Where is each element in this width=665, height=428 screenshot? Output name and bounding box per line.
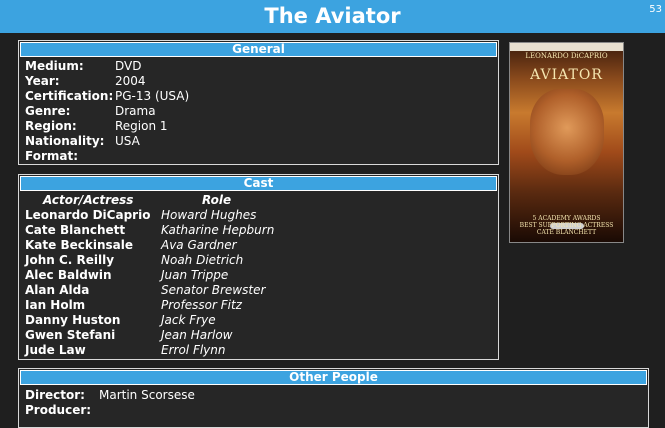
- actor-name: Alan Alda: [25, 283, 90, 297]
- actor-name: Jude Law: [25, 343, 86, 357]
- cast-row: Gwen Stefani Jean Harlow: [19, 328, 498, 343]
- cover-title: AVIATOR: [530, 67, 603, 83]
- role-name: Juan Trippe: [161, 268, 229, 282]
- field-label: Format:: [25, 149, 79, 163]
- cover-awards-line: CATE BLANCHETT: [536, 229, 597, 236]
- field-value: Martin Scorsese: [99, 388, 195, 402]
- actor-name: Ian Holm: [25, 298, 86, 312]
- role-name: Katharine Hepburn: [161, 223, 275, 237]
- role-name: Ava Gardner: [161, 238, 237, 252]
- field-row-producer: Producer:: [19, 403, 648, 418]
- role-name: Jack Frye: [161, 313, 216, 327]
- field-value: Drama: [115, 104, 156, 118]
- field-value: 2004: [115, 74, 146, 88]
- cast-row: Alec Baldwin Juan Trippe: [19, 268, 498, 283]
- field-label: Director:: [25, 388, 85, 402]
- cover-edition-band: [510, 43, 623, 51]
- cover-awards-line: BEST SUPPORTING ACTRESS: [519, 222, 614, 229]
- other-people-header: Other People: [20, 370, 647, 385]
- field-label: Certification:: [25, 89, 114, 103]
- field-row-director: Director: Martin Scorsese: [19, 388, 648, 403]
- role-name: Jean Harlow: [161, 328, 233, 342]
- actor-name: Danny Huston: [25, 313, 121, 327]
- field-value: USA: [115, 134, 140, 148]
- cover-star-name: LEONARDO DiCAPRIO: [525, 52, 608, 60]
- general-header: General: [20, 42, 497, 57]
- actor-column-header: Actor/Actress: [43, 193, 134, 207]
- field-row-region: Region: Region 1: [19, 119, 498, 134]
- cover-awards-line: 5 ACADEMY AWARDS: [532, 215, 601, 222]
- cover-image: LEONARDO DiCAPRIO AVIATOR 5 ACADEMY AWAR…: [509, 42, 624, 243]
- actor-name: Cate Blanchett: [25, 223, 126, 237]
- actor-name: Gwen Stefani: [25, 328, 116, 342]
- field-row-year: Year: 2004: [19, 74, 498, 89]
- cover-awards: 5 ACADEMY AWARDS BEST SUPPORTING ACTRESS…: [510, 215, 623, 236]
- role-name: Howard Hughes: [161, 208, 257, 222]
- actor-name: Alec Baldwin: [25, 268, 112, 282]
- cast-row: Ian Holm Professor Fitz: [19, 298, 498, 313]
- item-counter: 53: [649, 4, 662, 15]
- field-row-certification: Certification: PG-13 (USA): [19, 89, 498, 104]
- field-label: Nationality:: [25, 134, 105, 148]
- field-label: Region:: [25, 119, 77, 133]
- field-label: Producer:: [25, 403, 92, 417]
- role-name: Noah Dietrich: [161, 253, 244, 267]
- other-people-panel: Other People Director: Martin Scorsese P…: [18, 368, 649, 428]
- cast-header: Cast: [20, 176, 497, 191]
- other-people-fields: Director: Martin Scorsese Producer:: [19, 388, 648, 418]
- role-name: Professor Fitz: [161, 298, 242, 312]
- cast-panel: Cast Actor/Actress Role Leonardo DiCapri…: [18, 174, 499, 360]
- role-name: Errol Flynn: [161, 343, 226, 357]
- field-row-format: Format:: [19, 149, 498, 164]
- cast-row: Leonardo DiCaprio Howard Hughes: [19, 208, 498, 223]
- role-column-header: Role: [202, 193, 232, 207]
- role-name: Senator Brewster: [161, 283, 266, 297]
- actor-name: Kate Beckinsale: [25, 238, 133, 252]
- field-row-nationality: Nationality: USA: [19, 134, 498, 149]
- actor-name: John C. Reilly: [25, 253, 115, 267]
- field-label: Year:: [25, 74, 60, 88]
- title-bar: The Aviator 53: [0, 0, 665, 33]
- field-value: PG-13 (USA): [115, 89, 190, 103]
- field-row-genre: Genre: Drama: [19, 104, 498, 119]
- actor-name: Leonardo DiCaprio: [25, 208, 151, 222]
- cast-row: Kate Beckinsale Ava Gardner: [19, 238, 498, 253]
- cast-row: Cate Blanchett Katharine Hepburn: [19, 223, 498, 238]
- general-fields: Medium: DVD Year: 2004 Certification: PG…: [19, 59, 498, 164]
- cast-row: Jude Law Errol Flynn: [19, 343, 498, 358]
- cover-portrait: [530, 89, 604, 175]
- cast-row: Danny Huston Jack Frye: [19, 313, 498, 328]
- field-label: Genre:: [25, 104, 71, 118]
- field-value: Region 1: [115, 119, 168, 133]
- field-row-medium: Medium: DVD: [19, 59, 498, 74]
- cast-column-headers: Actor/Actress Role: [19, 193, 498, 208]
- general-panel: General Medium: DVD Year: 2004 Certifica…: [18, 40, 499, 165]
- cast-row: Alan Alda Senator Brewster: [19, 283, 498, 298]
- field-value: DVD: [115, 59, 142, 73]
- field-label: Medium:: [25, 59, 84, 73]
- movie-title: The Aviator: [264, 4, 401, 28]
- cast-row: John C. Reilly Noah Dietrich: [19, 253, 498, 268]
